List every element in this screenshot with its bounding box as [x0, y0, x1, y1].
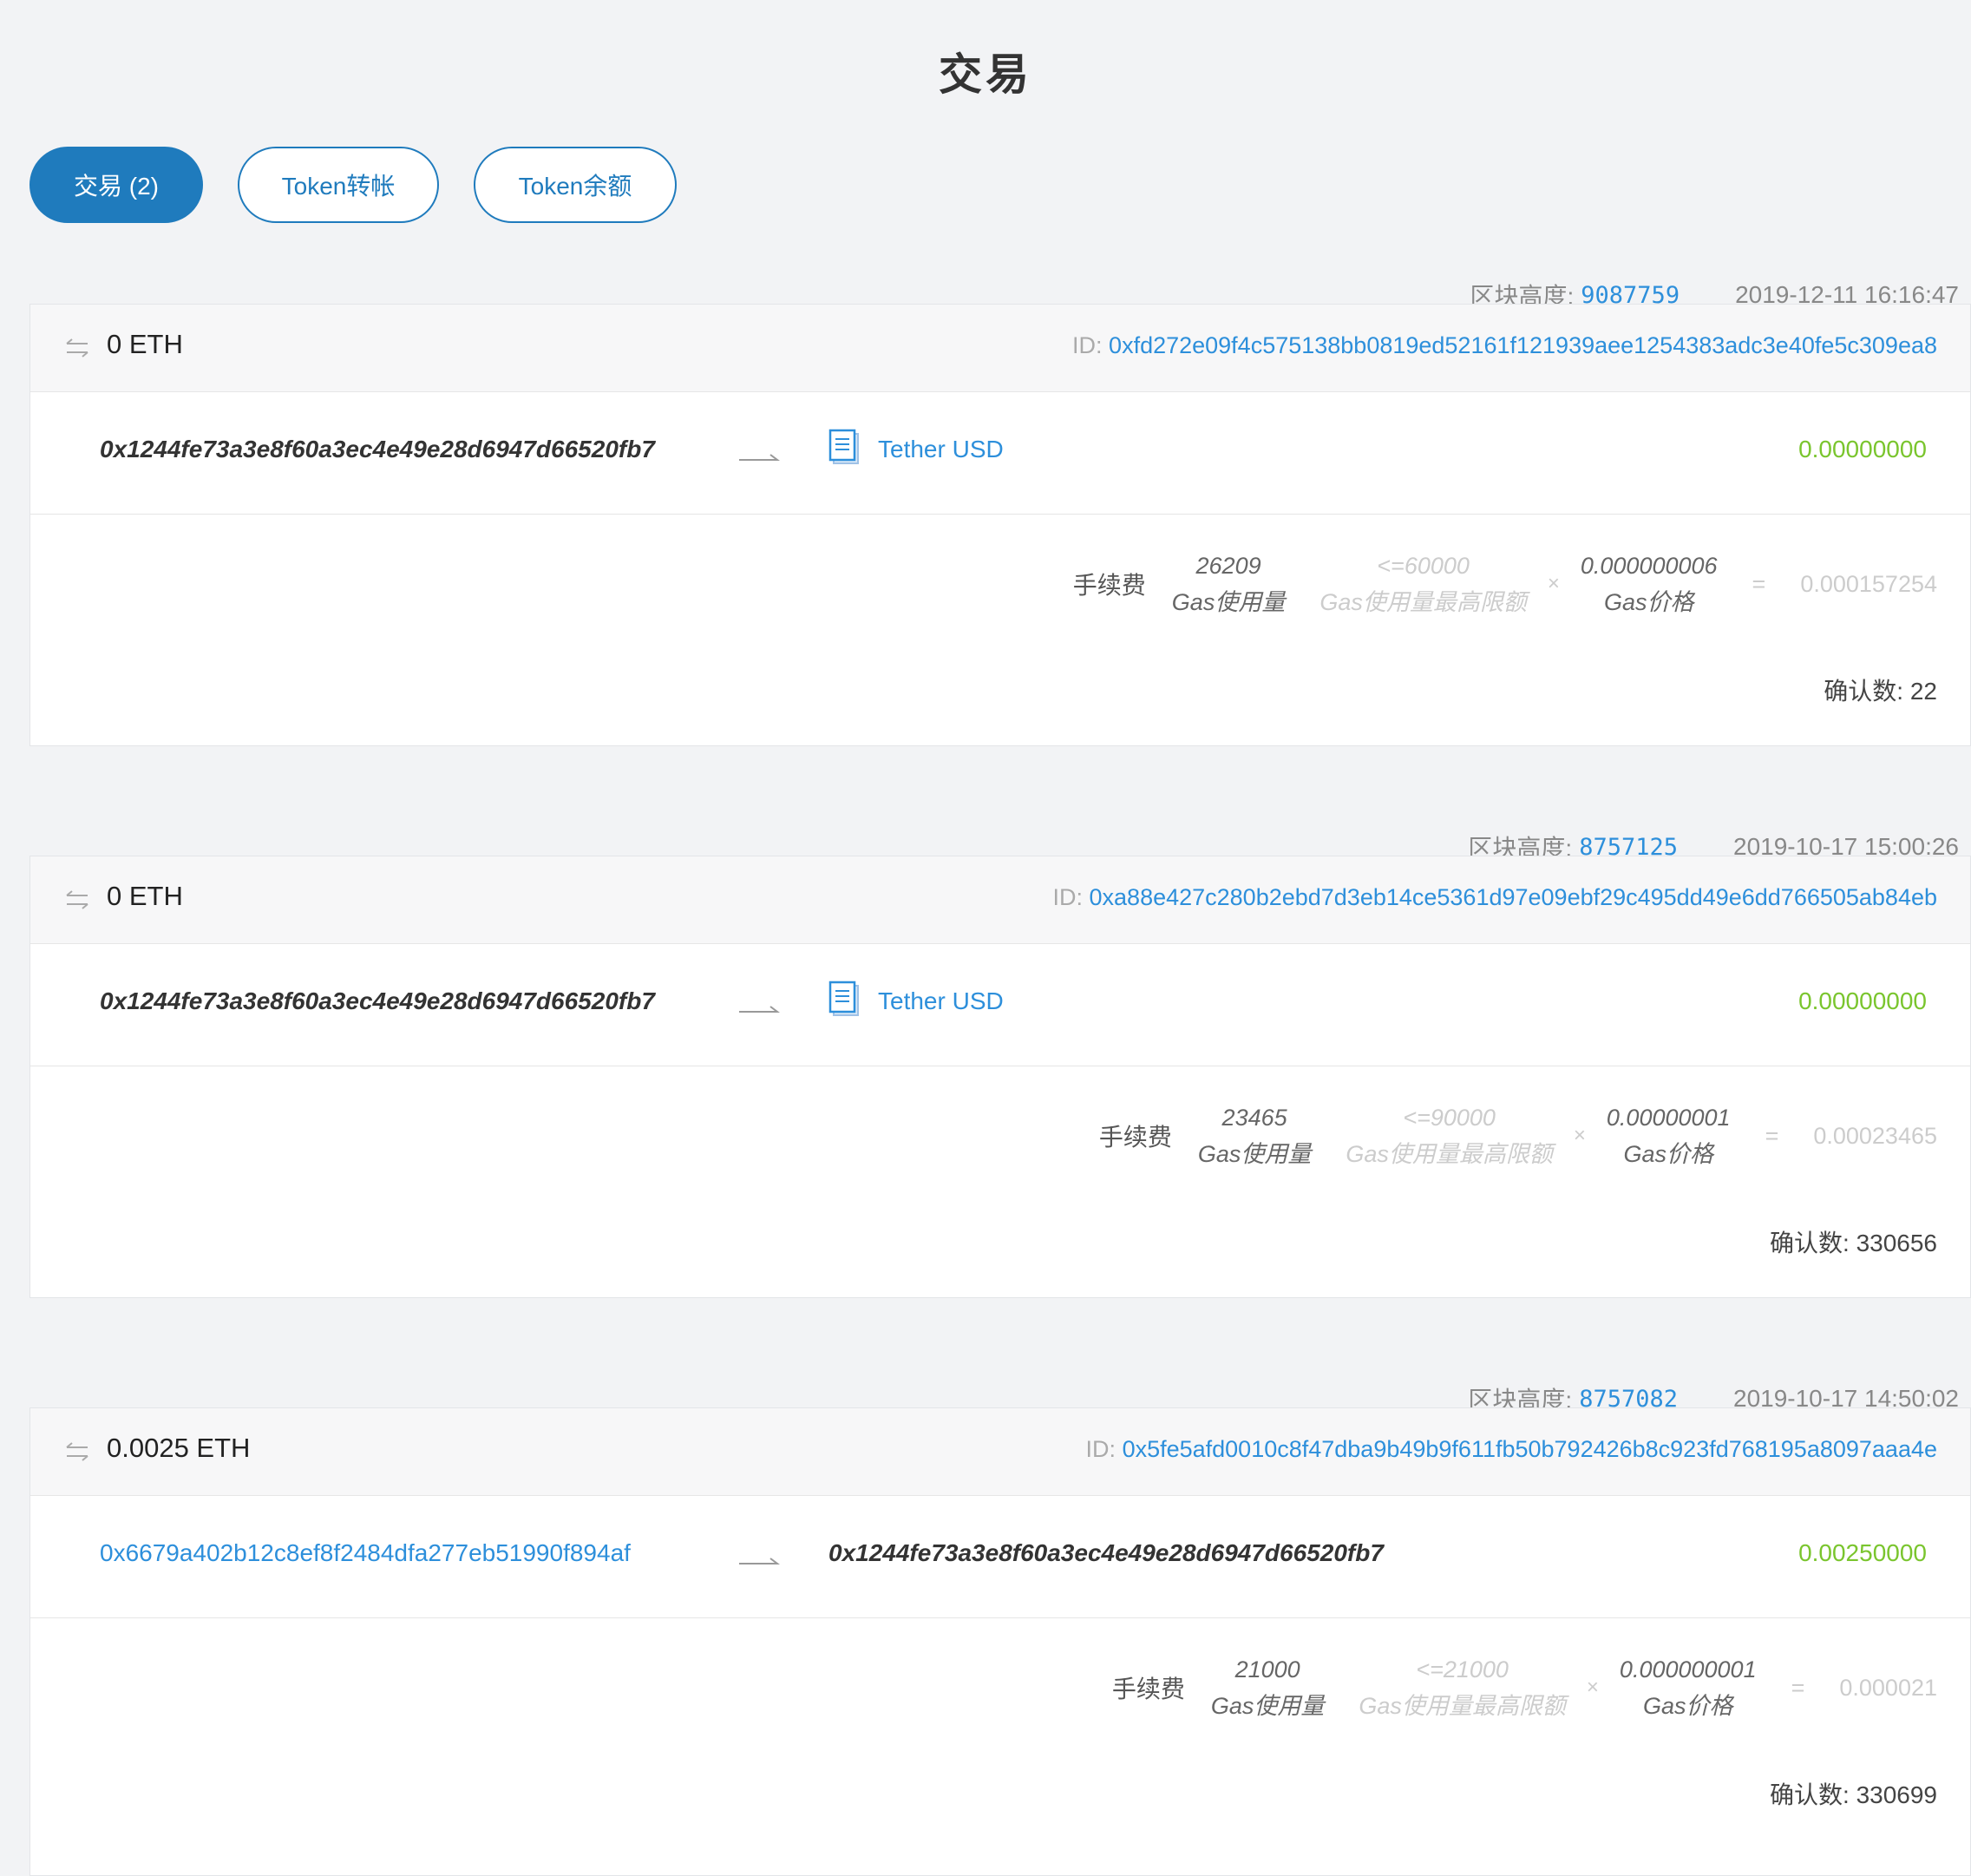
transaction-id: ID: 0xa88e427c280b2ebd7d3eb14ce5361d97e0… — [1052, 884, 1937, 911]
tab-bar: 交易 (2) Token转帐 Token余额 — [29, 147, 677, 223]
transaction-card: 0 ETH ID: 0xfd272e09f4c575138bb0819ed521… — [29, 304, 1971, 746]
confirmations-value: 330699 — [1856, 1781, 1937, 1808]
transfer-row: 0x1244fe73a3e8f60a3ec4e49e28d6947d66520f… — [30, 944, 1970, 1066]
fee-row: 手续费 21000 Gas使用量 <=21000 Gas使用量最高限额 × 0.00… — [30, 1618, 1970, 1851]
transaction-amount: 0 ETH — [107, 329, 183, 359]
arrow-right-icon — [739, 454, 780, 461]
gas-used: 21000 Gas使用量 — [1211, 1651, 1325, 1724]
transaction-id-link[interactable]: 0xa88e427c280b2ebd7d3eb14ce5361d97e09ebf… — [1090, 884, 1937, 910]
contract-icon — [828, 429, 859, 464]
to-token-link[interactable]: Tether USD — [878, 987, 1004, 1015]
page-title: 交易 — [939, 50, 1032, 99]
gas-limit-label: Gas使用量最高限额 — [1319, 589, 1527, 615]
swap-icon — [66, 1442, 88, 1461]
from-address-link[interactable]: 0x6679a402b12c8ef8f2484dfa277eb51990f894… — [100, 1539, 631, 1567]
gas-price: 0.000000006 Gas价格 — [1581, 548, 1718, 620]
gas-used-value: 21000 — [1234, 1656, 1300, 1682]
fee-label: 手续费 — [1111, 1676, 1185, 1702]
gas-used-label: Gas使用量 — [1171, 589, 1286, 615]
gas-price-value: 0.000000001 — [1619, 1656, 1757, 1682]
gas-used-value: 26209 — [1195, 553, 1261, 579]
times-sign: × — [1547, 572, 1560, 595]
transaction-amount: 0.0025 ETH — [107, 1433, 251, 1463]
from-address: 0x1244fe73a3e8f60a3ec4e49e28d6947d66520f… — [100, 987, 655, 1014]
card-header: 0 ETH ID: 0xa88e427c280b2ebd7d3eb14ce536… — [30, 856, 1970, 944]
fee-breakdown: 手续费 23465 Gas使用量 <=90000 Gas使用量最高限额 × 0.00… — [1099, 1099, 1937, 1172]
transfer-row: 0x6679a402b12c8ef8f2484dfa277eb51990f894… — [30, 1496, 1970, 1618]
transaction-id: ID: 0x5fe5afd0010c8f47dba9b49b9f611fb50b… — [1086, 1436, 1937, 1463]
fee-label: 手续费 — [1098, 1124, 1172, 1151]
fee-breakdown: 手续费 21000 Gas使用量 <=21000 Gas使用量最高限额 × 0.00… — [1112, 1651, 1937, 1724]
tab-token-balances[interactable]: Token余额 — [474, 147, 677, 223]
gas-price: 0.00000001 Gas价格 — [1607, 1099, 1731, 1172]
gas-limit: <=60000 Gas使用量最高限额 — [1319, 548, 1527, 620]
times-sign: × — [1586, 1676, 1599, 1699]
gas-price-value: 0.00000001 — [1606, 1105, 1731, 1131]
gas-limit-label: Gas使用量最高限额 — [1346, 1141, 1553, 1167]
fee-total: 0.000021 — [1839, 1674, 1937, 1701]
fee-row: 手续费 23465 Gas使用量 <=90000 Gas使用量最高限额 × 0.00… — [30, 1066, 1970, 1299]
gas-used-value: 23465 — [1221, 1105, 1287, 1131]
swap-icon — [66, 890, 88, 909]
gas-used-label: Gas使用量 — [1210, 1693, 1325, 1719]
confirmations-label: 确认数: — [1770, 1781, 1850, 1808]
swap-icon — [66, 338, 88, 357]
gas-used: 23465 Gas使用量 — [1198, 1099, 1312, 1172]
id-label: ID: — [1052, 884, 1083, 910]
to-token-link[interactable]: Tether USD — [878, 436, 1004, 463]
gas-price-value: 0.000000006 — [1580, 553, 1718, 579]
gas-limit-value: <=90000 — [1403, 1105, 1496, 1131]
card-header: 0.0025 ETH ID: 0x5fe5afd0010c8f47dba9b49… — [30, 1408, 1970, 1496]
gas-limit-value: <=60000 — [1377, 553, 1470, 579]
gas-limit-label: Gas使用量最高限额 — [1359, 1693, 1566, 1719]
transaction-id: ID: 0xfd272e09f4c575138bb0819ed52161f121… — [1072, 332, 1937, 359]
fee-label: 手续费 — [1072, 572, 1146, 599]
confirmations-label: 确认数: — [1770, 1230, 1850, 1256]
confirmations-value: 330656 — [1856, 1230, 1937, 1256]
gas-price: 0.000000001 Gas价格 — [1620, 1651, 1757, 1724]
gas-limit-value: <=21000 — [1416, 1656, 1509, 1682]
transaction-id-link[interactable]: 0xfd272e09f4c575138bb0819ed52161f121939a… — [1109, 332, 1937, 358]
confirmations: 确认数: 22 — [1824, 672, 1937, 707]
arrow-right-icon — [739, 1558, 780, 1564]
tab-token-transfers[interactable]: Token转帐 — [238, 147, 439, 223]
id-label: ID: — [1085, 1436, 1116, 1462]
equals-sign: = — [1752, 570, 1766, 597]
transaction-card: 0.0025 ETH ID: 0x5fe5afd0010c8f47dba9b49… — [29, 1407, 1971, 1876]
id-label: ID: — [1072, 332, 1103, 358]
fee-total: 0.000157254 — [1800, 570, 1937, 597]
gas-price-label: Gas价格 — [1603, 589, 1694, 615]
equals-sign: = — [1765, 1122, 1779, 1149]
fee-breakdown: 手续费 26209 Gas使用量 <=60000 Gas使用量最高限额 × 0.00… — [1073, 548, 1937, 620]
gas-price-label: Gas价格 — [1642, 1693, 1733, 1719]
gas-price-label: Gas价格 — [1623, 1141, 1713, 1167]
confirmations: 确认数: 330699 — [1770, 1776, 1937, 1811]
transaction-id-link[interactable]: 0x5fe5afd0010c8f47dba9b49b9f611fb50b7924… — [1123, 1436, 1937, 1462]
arrow-right-icon — [739, 1006, 780, 1013]
confirmations-label: 确认数: — [1824, 678, 1904, 705]
gas-used-label: Gas使用量 — [1197, 1141, 1312, 1167]
tab-transactions[interactable]: 交易 (2) — [29, 147, 203, 223]
transfer-value: 0.00000000 — [1798, 987, 1927, 1014]
to-address: 0x1244fe73a3e8f60a3ec4e49e28d6947d66520f… — [828, 1539, 1384, 1566]
fee-total: 0.00023465 — [1813, 1122, 1937, 1149]
gas-limit: <=21000 Gas使用量最高限额 — [1359, 1651, 1566, 1724]
gas-used: 26209 Gas使用量 — [1172, 548, 1286, 620]
contract-icon — [828, 981, 859, 1016]
confirmations-value: 22 — [1909, 678, 1937, 705]
confirmations: 确认数: 330656 — [1770, 1224, 1937, 1259]
transfer-value: 0.00000000 — [1798, 436, 1927, 462]
gas-limit: <=90000 Gas使用量最高限额 — [1346, 1099, 1553, 1172]
from-address: 0x1244fe73a3e8f60a3ec4e49e28d6947d66520f… — [100, 436, 655, 462]
transaction-amount: 0 ETH — [107, 881, 183, 911]
transfer-row: 0x1244fe73a3e8f60a3ec4e49e28d6947d66520f… — [30, 392, 1970, 515]
equals-sign: = — [1791, 1674, 1805, 1701]
card-header: 0 ETH ID: 0xfd272e09f4c575138bb0819ed521… — [30, 305, 1970, 392]
fee-row: 手续费 26209 Gas使用量 <=60000 Gas使用量最高限额 × 0.00… — [30, 515, 1970, 747]
transfer-value: 0.00250000 — [1798, 1539, 1927, 1566]
times-sign: × — [1573, 1124, 1586, 1147]
transaction-card: 0 ETH ID: 0xa88e427c280b2ebd7d3eb14ce536… — [29, 856, 1971, 1298]
